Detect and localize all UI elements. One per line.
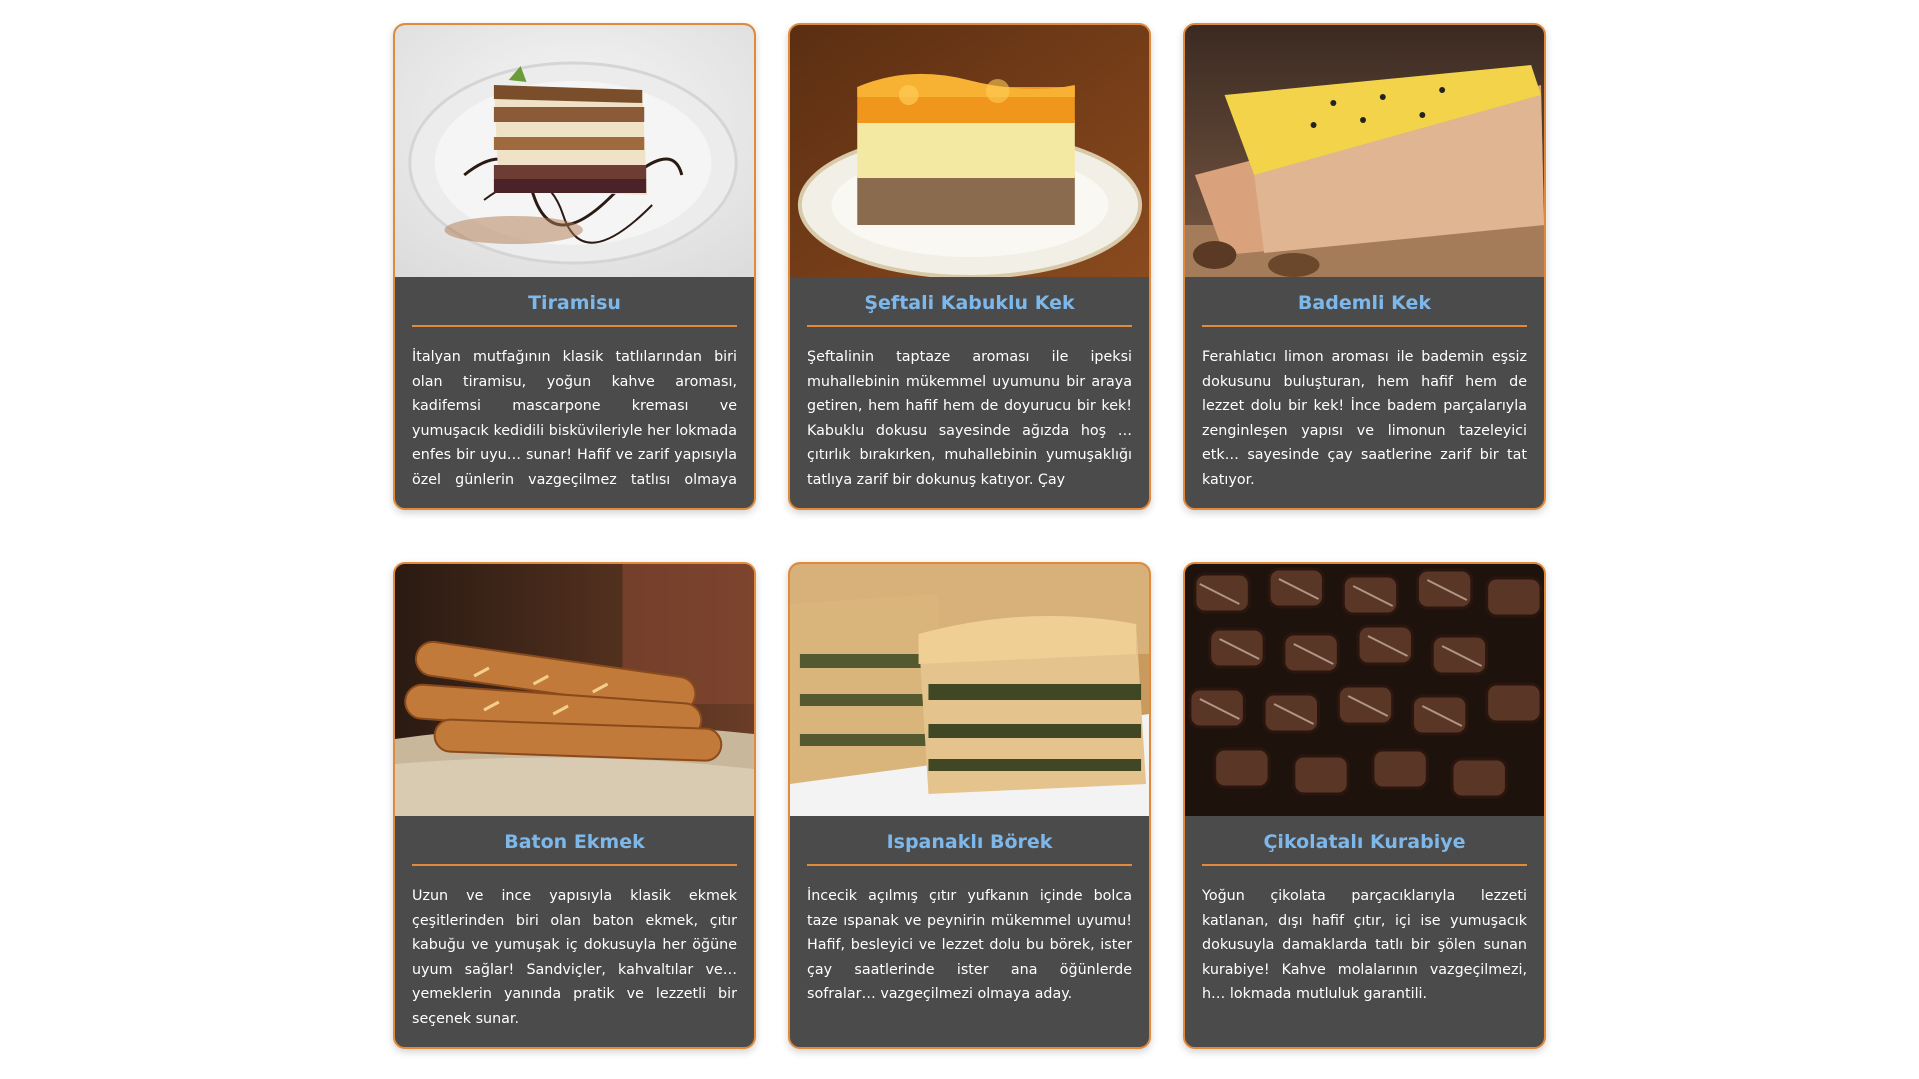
product-card-ispanakli-borek[interactable]: Ispanaklı Börek İncecik açılmış çıtır yu… — [788, 562, 1151, 1049]
card-description: Yoğun çikolata parçacıklarıyla lezzeti k… — [1202, 888, 1527, 1003]
product-card-cikolatali-kurabiye[interactable]: Çikolatalı Kurabiye Yoğun çikolata parça… — [1183, 562, 1546, 1049]
card-description: Ferahlatıcı limon aroması ile bademin eş… — [1202, 349, 1527, 488]
card-description: Şeftalinin taptaze aroması ile ipeksi mu… — [807, 349, 1132, 488]
baguette-image — [395, 564, 754, 816]
almond-cake-image — [1185, 25, 1544, 277]
card-title: Baton Ekmek — [412, 816, 737, 866]
card-title: Ispanaklı Börek — [807, 816, 1132, 866]
card-title: Tiramisu — [412, 277, 737, 327]
spinach-borek-image — [790, 564, 1149, 816]
card-title: Bademli Kek — [1202, 277, 1527, 327]
product-card-tiramisu[interactable]: Tiramisu İtalyan mutfağının klasik tatlı… — [393, 23, 756, 510]
product-card-bademli-kek[interactable]: Bademli Kek Ferahlatıcı limon aroması il… — [1183, 23, 1546, 510]
card-title: Çikolatalı Kurabiye — [1202, 816, 1527, 866]
product-card-baton-ekmek[interactable]: Baton Ekmek Uzun ve ince yapısıyla klasi… — [393, 562, 756, 1049]
card-description: İtalyan mutfağının klasik tatlılarından … — [412, 349, 737, 488]
card-title: Şeftali Kabuklu Kek — [807, 277, 1132, 327]
product-grid: Tiramisu İtalyan mutfağının klasik tatlı… — [393, 23, 1546, 1049]
card-description: Uzun ve ince yapısıyla klasik ekmek çeşi… — [412, 888, 737, 1027]
product-card-seftali-kabuklu-kek[interactable]: Şeftali Kabuklu Kek Şeftalinin taptaze a… — [788, 23, 1151, 510]
chocolate-cookies-image — [1185, 564, 1544, 816]
peach-cake-image — [790, 25, 1149, 277]
tiramisu-image — [395, 25, 754, 277]
card-description: İncecik açılmış çıtır yufkanın içinde bo… — [807, 888, 1132, 1003]
